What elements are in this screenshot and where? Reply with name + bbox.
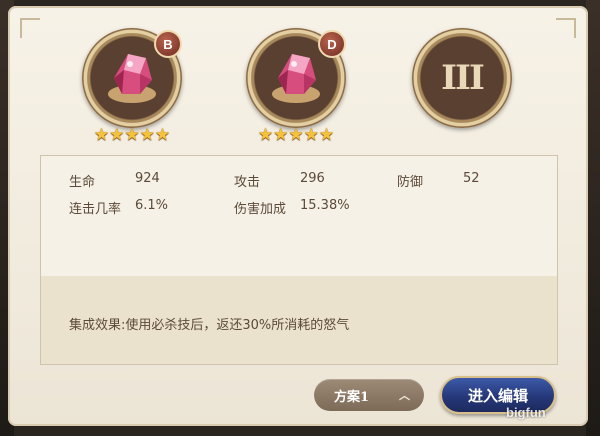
star-icon: ★ [257, 125, 274, 145]
star-icon: ★ [288, 125, 304, 145]
stat-label: 防御 [397, 175, 424, 190]
grade-badge: D [318, 30, 346, 58]
stat-value: 296 [300, 171, 325, 186]
gem-slot-1[interactable]: B ★ ★ ★ ★ ★ [82, 28, 182, 144]
watermark: bigfun [506, 405, 546, 420]
stat-combo: 连击几率 6.1% [69, 198, 189, 217]
stat-label: 连击几率 [69, 202, 122, 217]
gem-slot-2[interactable]: D ★ ★ ★ ★ ★ [246, 28, 346, 144]
pink-crystal-icon [108, 54, 156, 103]
stat-def: 防御 52 [397, 171, 517, 190]
corner-ornament [20, 18, 40, 38]
pink-crystal-icon [272, 54, 320, 103]
star-icon: ★ [318, 125, 335, 145]
slot-numeral: III [441, 58, 485, 98]
star-icon: ★ [154, 125, 171, 145]
chevron-up-icon: ︿ [399, 389, 410, 402]
star-icon: ★ [124, 125, 140, 145]
stat-value: 52 [463, 171, 480, 186]
gem-slot-3-locked[interactable]: III [412, 28, 512, 128]
star-icon: ★ [303, 125, 319, 145]
star-icon: ★ [109, 125, 125, 145]
star-icon: ★ [93, 125, 110, 145]
corner-ornament [556, 18, 576, 38]
background-right-edge [586, 0, 600, 436]
scheme-label: 方案1 [334, 389, 370, 405]
stat-label: 伤害加成 [234, 202, 287, 217]
stat-label: 攻击 [234, 175, 261, 190]
stat-dmg-bonus: 伤害加成 15.38% [234, 198, 374, 217]
stat-value: 924 [135, 171, 160, 186]
star-rating: ★ ★ ★ ★ ★ [258, 126, 334, 144]
stats-box: 生命 924 攻击 296 防御 52 连击几率 6.1% 伤害加成 15.38… [40, 155, 558, 365]
scheme-select-button[interactable]: 方案1 ︿ [314, 379, 424, 411]
set-effect-text: 集成效果:使用必杀技后，返还30%所消耗的怒气 [69, 318, 350, 333]
stat-hp: 生命 924 [69, 171, 189, 190]
star-icon: ★ [139, 125, 155, 145]
grade-badge: B [154, 30, 182, 58]
stat-value: 15.38% [300, 198, 350, 213]
stat-atk: 攻击 296 [234, 171, 354, 190]
stat-value: 6.1% [135, 198, 169, 213]
stat-label: 生命 [69, 175, 96, 190]
star-icon: ★ [273, 125, 289, 145]
star-rating: ★ ★ ★ ★ ★ [94, 126, 170, 144]
